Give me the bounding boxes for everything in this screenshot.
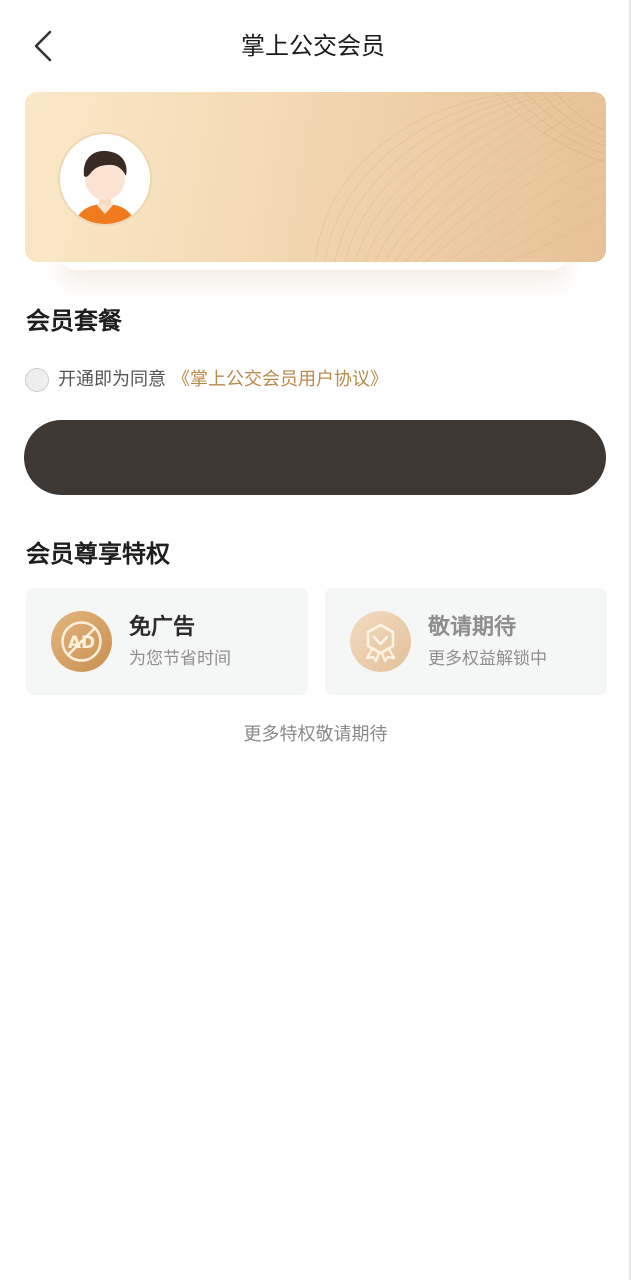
open-membership-button[interactable] (24, 420, 606, 495)
page-title: 掌上公交会员 (241, 32, 385, 60)
plans-section-title: 会员套餐 (26, 307, 122, 335)
privilege-card-no-ad: AD 免广告 为您节省时间 (26, 588, 308, 695)
privilege-subtitle: 为您节省时间 (129, 649, 231, 669)
privilege-title: 敬请期待 (428, 615, 517, 640)
no-ad-icon: AD (51, 611, 112, 672)
agreement-text: 开通即为同意 (58, 369, 166, 390)
privilege-subtitle: 更多权益解锁中 (428, 649, 547, 669)
privilege-card-coming-soon: 敬请期待 更多权益解锁中 (325, 588, 607, 695)
user-avatar-icon[interactable] (58, 132, 152, 226)
more-privileges-note: 更多特权敬请期待 (243, 724, 388, 745)
badge-icon (350, 611, 411, 672)
agreement-link[interactable]: 《掌上公交会员用户协议》 (172, 366, 388, 394)
agreement-checkbox[interactable] (25, 368, 49, 392)
privileges-section-title: 会员尊享特权 (26, 540, 170, 568)
privilege-title: 免广告 (129, 615, 196, 640)
app-header: 掌上公交会员 (0, 0, 631, 92)
agreement-row: 开通即为同意 《掌上公交会员用户协议》 (25, 366, 388, 394)
